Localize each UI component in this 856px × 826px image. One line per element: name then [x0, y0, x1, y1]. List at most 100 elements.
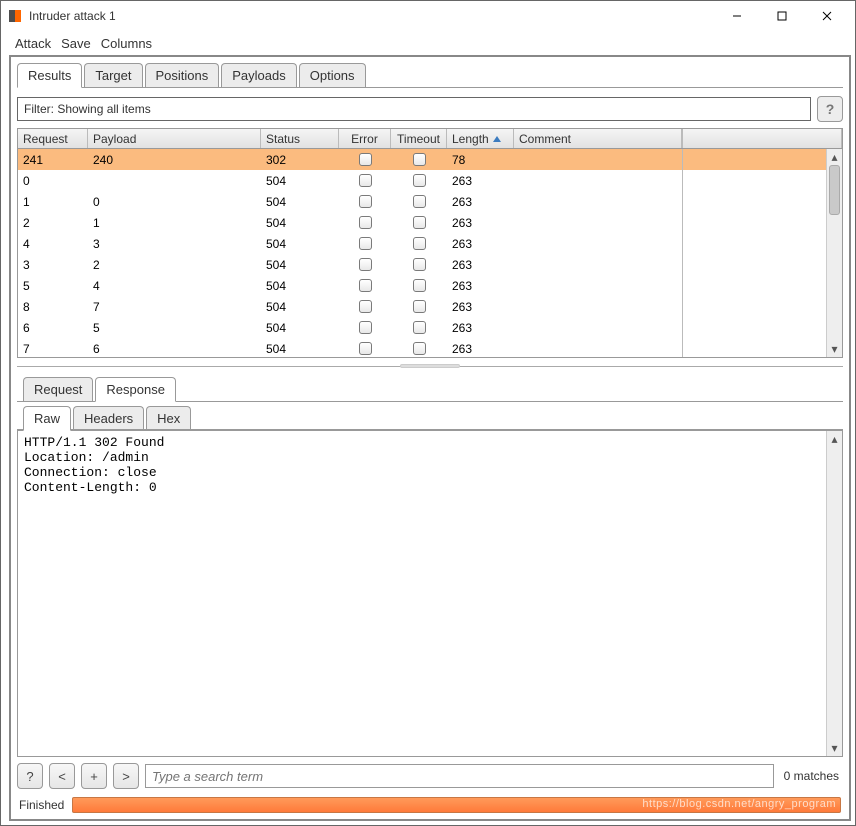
scroll-thumb[interactable]	[829, 165, 840, 215]
menu-columns[interactable]: Columns	[101, 36, 152, 51]
cell-status: 504	[261, 191, 339, 212]
checkbox-icon[interactable]	[413, 237, 426, 250]
cell-comment	[514, 275, 682, 296]
cell-status: 504	[261, 212, 339, 233]
cell-status: 504	[261, 275, 339, 296]
col-status[interactable]: Status	[261, 129, 339, 148]
col-length[interactable]: Length	[447, 129, 514, 148]
cell-error	[339, 170, 391, 191]
cell-length: 263	[447, 170, 514, 191]
cell-error	[339, 212, 391, 233]
checkbox-icon[interactable]	[359, 279, 372, 292]
checkbox-icon[interactable]	[413, 216, 426, 229]
checkbox-icon[interactable]	[413, 279, 426, 292]
search-row: ? < + > 0 matches	[11, 757, 849, 795]
checkbox-icon[interactable]	[359, 342, 372, 355]
checkbox-icon[interactable]	[413, 342, 426, 355]
cell-request: 3	[18, 254, 88, 275]
checkbox-icon[interactable]	[413, 321, 426, 334]
cell-length: 263	[447, 233, 514, 254]
table-row[interactable]: 76504263	[18, 338, 842, 357]
scroll-up-icon[interactable]: ▴	[827, 431, 842, 447]
tab-response[interactable]: Response	[95, 377, 176, 402]
search-next-button[interactable]: >	[113, 763, 139, 789]
checkbox-icon[interactable]	[359, 258, 372, 271]
table-row[interactable]: 24124030278	[18, 149, 842, 170]
checkbox-icon[interactable]	[359, 237, 372, 250]
menu-save[interactable]: Save	[61, 36, 91, 51]
cell-request: 5	[18, 275, 88, 296]
cell-error	[339, 191, 391, 212]
tab-results[interactable]: Results	[17, 63, 82, 88]
tab-headers[interactable]: Headers	[73, 406, 144, 430]
checkbox-icon[interactable]	[359, 321, 372, 334]
cell-status: 504	[261, 296, 339, 317]
tab-options[interactable]: Options	[299, 63, 366, 87]
cell-payload: 5	[88, 317, 261, 338]
cell-blank	[682, 275, 842, 296]
checkbox-icon[interactable]	[359, 300, 372, 313]
minimize-button[interactable]	[714, 1, 759, 31]
table-scrollbar[interactable]: ▴ ▾	[826, 149, 842, 357]
table-row[interactable]: 21504263	[18, 212, 842, 233]
tab-hex[interactable]: Hex	[146, 406, 191, 430]
table-body: 2412403027805042631050426321504263435042…	[18, 149, 842, 357]
table-row[interactable]: 54504263	[18, 275, 842, 296]
col-payload[interactable]: Payload	[88, 129, 261, 148]
table-row[interactable]: 43504263	[18, 233, 842, 254]
table-row[interactable]: 0504263	[18, 170, 842, 191]
tab-payloads[interactable]: Payloads	[221, 63, 296, 87]
cell-error	[339, 233, 391, 254]
maximize-button[interactable]	[759, 1, 804, 31]
cell-timeout	[391, 317, 447, 338]
cell-payload: 7	[88, 296, 261, 317]
scroll-down-icon[interactable]: ▾	[827, 740, 842, 756]
col-comment[interactable]: Comment	[514, 129, 682, 148]
search-prev-button[interactable]: <	[49, 763, 75, 789]
col-blank	[682, 129, 842, 148]
search-input[interactable]	[146, 765, 773, 787]
col-error[interactable]: Error	[339, 129, 391, 148]
close-button[interactable]	[804, 1, 849, 31]
scroll-up-icon[interactable]: ▴	[827, 149, 842, 165]
checkbox-icon[interactable]	[359, 216, 372, 229]
menu-attack[interactable]: Attack	[15, 36, 51, 51]
col-request[interactable]: Request	[18, 129, 88, 148]
scroll-down-icon[interactable]: ▾	[827, 341, 842, 357]
table-row[interactable]: 65504263	[18, 317, 842, 338]
checkbox-icon[interactable]	[413, 174, 426, 187]
tab-raw[interactable]: Raw	[23, 406, 71, 431]
checkbox-icon[interactable]	[359, 195, 372, 208]
cell-blank	[682, 338, 842, 357]
tab-request[interactable]: Request	[23, 377, 93, 401]
tab-target[interactable]: Target	[84, 63, 142, 87]
search-add-button[interactable]: +	[81, 763, 107, 789]
checkbox-icon[interactable]	[413, 258, 426, 271]
filter-box[interactable]: Filter: Showing all items	[17, 97, 811, 121]
filter-row: Filter: Showing all items ?	[17, 96, 843, 122]
cell-length: 263	[447, 254, 514, 275]
response-scrollbar[interactable]: ▴ ▾	[826, 431, 842, 756]
splitter-handle[interactable]	[400, 364, 460, 368]
col-timeout[interactable]: Timeout	[391, 129, 447, 148]
checkbox-icon[interactable]	[413, 153, 426, 166]
cell-comment	[514, 296, 682, 317]
help-button[interactable]: ?	[817, 96, 843, 122]
cell-request: 2	[18, 212, 88, 233]
checkbox-icon[interactable]	[359, 153, 372, 166]
cell-blank	[682, 296, 842, 317]
table-row[interactable]: 10504263	[18, 191, 842, 212]
cell-length: 78	[447, 149, 514, 170]
table-row[interactable]: 32504263	[18, 254, 842, 275]
cell-comment	[514, 317, 682, 338]
response-raw-text[interactable]: HTTP/1.1 302 Found Location: /admin Conn…	[18, 431, 842, 756]
cell-status: 504	[261, 170, 339, 191]
cell-error	[339, 275, 391, 296]
cell-request: 6	[18, 317, 88, 338]
search-help-button[interactable]: ?	[17, 763, 43, 789]
checkbox-icon[interactable]	[359, 174, 372, 187]
tab-positions[interactable]: Positions	[145, 63, 220, 87]
table-row[interactable]: 87504263	[18, 296, 842, 317]
checkbox-icon[interactable]	[413, 195, 426, 208]
checkbox-icon[interactable]	[413, 300, 426, 313]
